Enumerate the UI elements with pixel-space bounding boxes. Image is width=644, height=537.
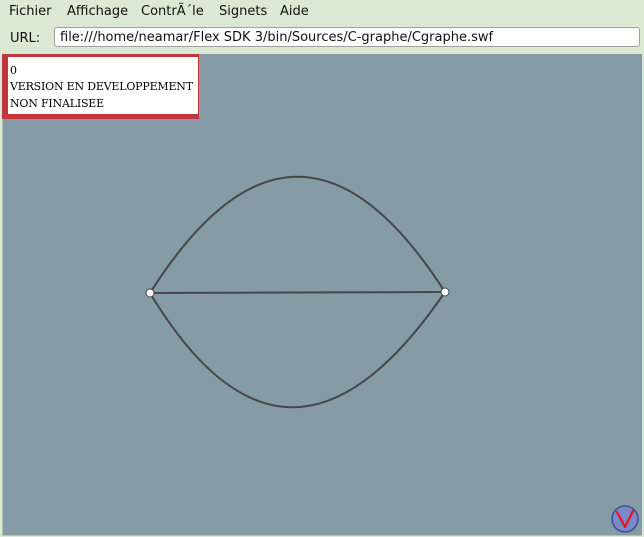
dev-notice: 0 VERSION EN DEVELOPPEMENT NON FINALISEE (2, 54, 199, 119)
node-right[interactable] (440, 287, 450, 297)
v-logo-icon[interactable] (611, 505, 639, 533)
dev-notice-line-1: VERSION EN DEVELOPPEMENT (10, 80, 193, 93)
dev-notice-line-2: NON FINALISEE (10, 97, 104, 110)
dev-notice-counter: 0 (10, 64, 17, 77)
edge-upper-arc[interactable] (149, 175, 446, 294)
node-left[interactable] (145, 288, 155, 298)
edge-straight[interactable] (149, 291, 446, 294)
edge-lower-arc[interactable] (149, 291, 446, 409)
